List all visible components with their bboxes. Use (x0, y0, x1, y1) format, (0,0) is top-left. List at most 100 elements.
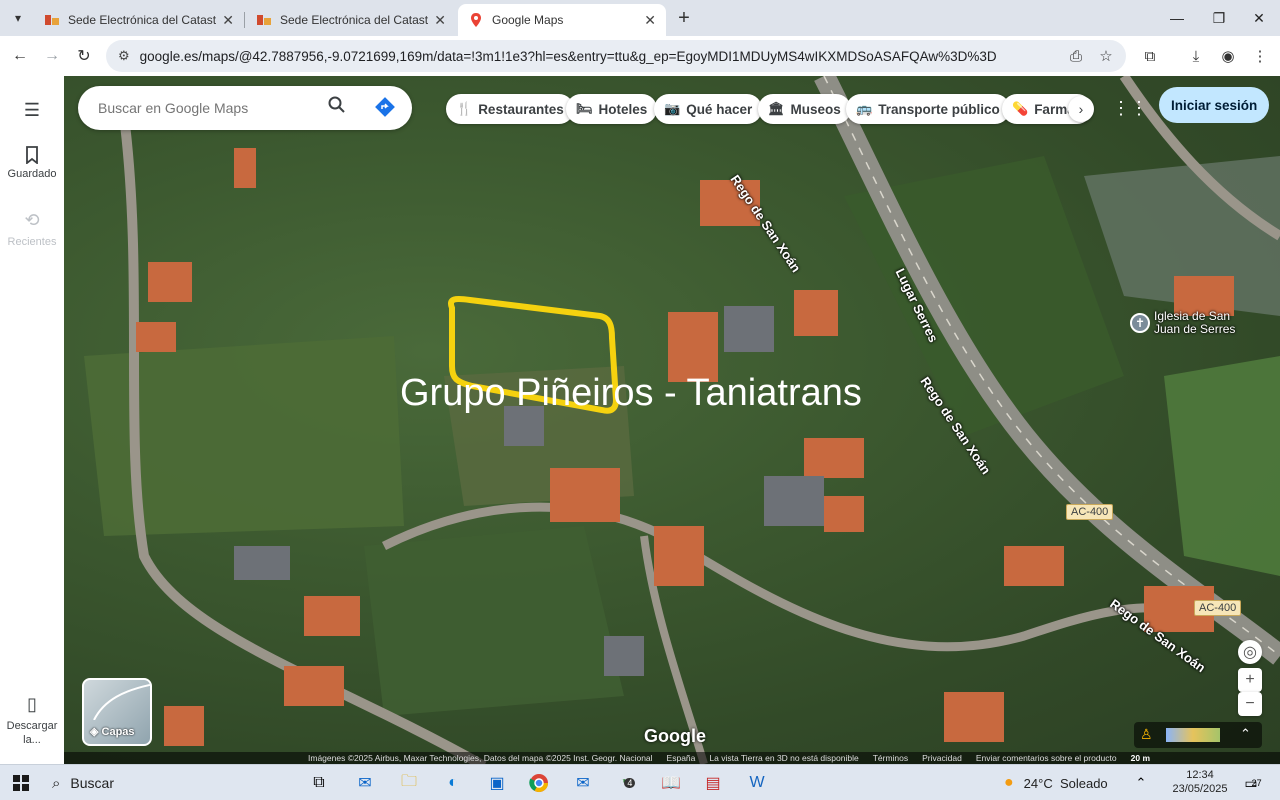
tab-catastro-2[interactable]: Sede Electrónica del Catastro - ✕ (246, 4, 456, 36)
tab-search-button[interactable]: ▾ (6, 6, 30, 30)
chips-next-icon[interactable]: › (1068, 96, 1094, 122)
tab-google-maps[interactable]: Google Maps ✕ (458, 4, 666, 36)
downloads-icon[interactable]: ⤓ (1184, 44, 1208, 68)
reload-button[interactable]: ↻ (72, 44, 96, 68)
close-window-button[interactable]: ✕ (1236, 0, 1280, 36)
layers-label-text: Capas (101, 726, 135, 738)
catastro-favicon-icon (45, 15, 59, 25)
google-logo: Google (644, 726, 706, 746)
expand-up-icon[interactable]: ⌃ (1240, 726, 1251, 742)
search-icon[interactable] (328, 96, 352, 120)
tab-title: Sede Electrónica del Catastro - (68, 13, 217, 27)
clock-date: 23/05/2025 (1172, 783, 1228, 795)
close-tab-icon[interactable]: ✕ (644, 12, 656, 29)
chip-museums[interactable]: 🏛 Museos (758, 94, 851, 124)
taskbar-search[interactable]: ⌕ Buscar (44, 769, 294, 797)
profile-icon[interactable]: ◉ (1216, 44, 1240, 68)
phone-icon: ▯ (27, 694, 37, 714)
maps-search-input[interactable] (98, 100, 318, 116)
zoom-in-button[interactable]: + (1238, 668, 1262, 692)
imagery-credit: Imágenes ©2025 Airbus, Maxar Technologie… (308, 753, 653, 763)
chip-restaurants[interactable]: 🍴 Restaurantes (446, 94, 574, 124)
recent-button[interactable]: ⟲ Recientes (0, 210, 64, 249)
close-tab-icon[interactable]: ✕ (222, 12, 234, 29)
menu-dots-icon[interactable]: ⋮ (1248, 44, 1272, 68)
chip-label: Transporte público (878, 101, 1000, 117)
pharmacy-icon: 💊 (1012, 101, 1029, 116)
notifications-icon[interactable]: ▭ 27 (1238, 769, 1268, 797)
weather-widget[interactable]: ● 24°C Soleado (1004, 771, 1108, 795)
file-explorer-icon[interactable]: 🗀 (394, 769, 424, 797)
browser-tab-strip: ▾ Sede Electrónica del Catastro - ✕ Sede… (0, 0, 1280, 36)
chrome-icon[interactable] (524, 769, 554, 797)
layers-thumbnail (93, 683, 150, 720)
history-icon: ⟲ (24, 210, 40, 230)
windows-start-icon[interactable] (6, 769, 36, 797)
terms-link[interactable]: Términos (873, 753, 908, 763)
church-poi-icon[interactable]: ✝ (1130, 313, 1150, 333)
satellite-map[interactable]: 🍴 Restaurantes 🛏 Hoteles 📷 Qué hacer 🏛 M… (64, 76, 1280, 764)
google-apps-icon[interactable]: ⋮⋮ (1112, 96, 1148, 120)
taskbar-search-label: Buscar (70, 775, 114, 791)
weather-text: 24°C Soleado (1023, 775, 1108, 791)
sign-in-button[interactable]: Iniciar sesión (1159, 87, 1270, 123)
back-button[interactable]: ← (8, 44, 32, 68)
museum-icon: 🏛 (768, 101, 785, 116)
whatsapp-icon[interactable]: ◔4 (612, 769, 642, 797)
tab-catastro-1[interactable]: Sede Electrónica del Catastro - ✕ (34, 4, 244, 36)
task-view-icon[interactable]: ⧉ (304, 769, 334, 797)
edge-icon[interactable]: ◐ (438, 769, 468, 797)
privacy-link[interactable]: Privacidad (922, 753, 962, 763)
map-footer: Imágenes ©2025 Airbus, Maxar Technologie… (64, 752, 1280, 764)
recent-label: Recientes (7, 236, 57, 248)
windows-taskbar: ⌕ Buscar ⧉ ✉ 🗀 ◐ ▣ ✉ ◔4 📖 ▤ W ● 24°C Sol… (0, 764, 1280, 800)
address-bar[interactable]: ⚙ google.es/maps/@42.7887956,-9.0721699,… (106, 40, 1126, 72)
download-label: Descargar la... (6, 720, 58, 746)
reader-icon[interactable]: 📖 (656, 769, 686, 797)
feedback-link[interactable]: Enviar comentarios sobre el producto (976, 753, 1117, 763)
directions-icon[interactable] (374, 96, 398, 120)
show-hidden-icons-icon[interactable]: ⌃ (1126, 769, 1156, 797)
maps-left-rail: ☰ Guardado ⟲ Recientes ▯ Descargar la... (0, 76, 64, 764)
close-tab-icon[interactable]: ✕ (434, 12, 446, 29)
system-clock[interactable]: 12:34 23/05/2025 (1170, 768, 1230, 796)
word-icon[interactable]: W (742, 769, 772, 797)
scale-label[interactable]: 20 m (1131, 753, 1150, 763)
bookmark-star-icon[interactable]: ☆ (1096, 46, 1116, 66)
country-link[interactable]: España (667, 753, 696, 763)
site-info-icon[interactable]: ⚙ (118, 48, 130, 64)
outlook-new-icon[interactable]: ✉ (568, 769, 598, 797)
chip-hotels[interactable]: 🛏 Hoteles (566, 94, 658, 124)
chip-things-to-do[interactable]: 📷 Qué hacer (654, 94, 763, 124)
url-text: google.es/maps/@42.7887956,-9.0721699,16… (139, 48, 997, 64)
minimize-button[interactable]: — (1154, 0, 1200, 36)
install-app-icon[interactable]: ⎙ (1066, 46, 1086, 66)
hamburger-menu-button[interactable]: ☰ (0, 100, 64, 125)
poi-label[interactable]: Iglesia de San Juan de Serres (1154, 310, 1254, 336)
download-app-button[interactable]: ▯ Descargar la... (0, 694, 64, 747)
chip-public-transport[interactable]: 🚌 Transporte público (846, 94, 1010, 124)
fork-knife-icon: 🍴 (456, 101, 473, 116)
store-icon[interactable]: ▣ (482, 769, 512, 797)
camera-icon: 📷 (664, 101, 681, 116)
pdf-app-icon[interactable]: ▤ (698, 769, 728, 797)
map-type-thumbnails[interactable] (1166, 728, 1220, 742)
saved-button[interactable]: Guardado (0, 146, 64, 180)
layers-button[interactable]: ◈ Capas (82, 678, 152, 746)
catastro-favicon-icon (257, 15, 271, 25)
my-location-icon[interactable]: ◎ (1238, 640, 1262, 664)
outlook-icon[interactable]: ✉ (350, 769, 380, 797)
zoom-out-button[interactable]: − (1238, 692, 1262, 716)
extensions-icon[interactable]: ⧉ (1138, 44, 1162, 68)
tab-title: Sede Electrónica del Catastro - (280, 13, 429, 27)
chip-label: Hoteles (598, 101, 648, 117)
earth-note: La vista Tierra en 3D no está disponible (709, 753, 859, 763)
pegman-icon[interactable]: ♙ (1140, 726, 1153, 743)
satellite-imagery (84, 76, 1280, 764)
browser-toolbar: ← → ↻ ⚙ google.es/maps/@42.7887956,-9.07… (0, 36, 1280, 76)
maps-search-box[interactable] (78, 86, 412, 130)
overlay-watermark-text: Grupo Piñeiros - Taniatrans (400, 372, 862, 414)
forward-button[interactable]: → (40, 44, 64, 68)
layers-label: ◈ Capas (90, 726, 135, 738)
new-tab-button[interactable]: + (672, 6, 696, 30)
